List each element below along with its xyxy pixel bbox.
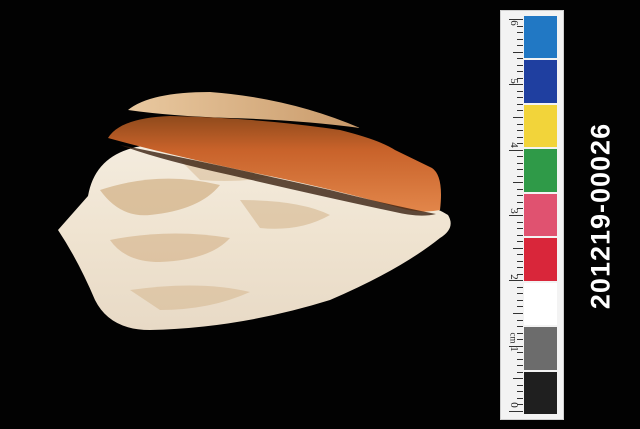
color-swatch <box>524 16 557 59</box>
ruler-tick <box>509 345 523 347</box>
ruler-tick <box>517 332 523 334</box>
color-swatch <box>524 193 557 237</box>
ruler-tick <box>517 397 523 399</box>
ruler-tick <box>513 51 523 53</box>
ruler-tick <box>517 45 523 47</box>
ruler-tick <box>517 143 523 145</box>
ruler-tick <box>517 123 523 125</box>
ruler-tick <box>517 97 523 99</box>
ruler-tick <box>513 247 523 249</box>
ruler-tick <box>517 391 523 393</box>
ruler-tick <box>509 215 523 216</box>
ruler-tick <box>509 84 523 86</box>
ruler-unit-label: cm <box>508 332 519 344</box>
ruler-tick <box>517 156 523 158</box>
ruler-tick <box>509 19 523 20</box>
ruler-tick <box>513 182 523 184</box>
ruler-tick <box>517 293 523 295</box>
cm-ruler: 0 1 2 3 4 5 6 cm <box>505 15 523 415</box>
color-swatches <box>524 15 557 415</box>
ruler-tick <box>517 228 523 230</box>
ruler-tick <box>517 136 523 138</box>
ruler-tick <box>517 77 523 79</box>
ruler-tick <box>517 254 523 256</box>
ruler-number-1: 1 <box>507 346 520 352</box>
ruler-tick <box>517 306 523 308</box>
ruler-tick <box>517 326 523 328</box>
color-swatch <box>524 104 557 148</box>
ruler-tick <box>517 365 523 367</box>
ruler-tick <box>517 260 523 262</box>
ruler-tick <box>517 299 523 301</box>
ruler-tick <box>517 162 523 164</box>
color-swatch <box>524 282 557 326</box>
ruler-tick <box>517 371 523 373</box>
ruler-tick <box>517 25 523 27</box>
color-swatch <box>524 60 557 103</box>
ruler-tick <box>509 280 523 282</box>
photo-stage: 0 1 2 3 4 5 6 cm 201219-00026 <box>0 0 640 429</box>
ruler-tick <box>513 313 523 314</box>
ruler-tick <box>517 169 523 171</box>
ruler-tick <box>517 103 523 105</box>
ruler-tick <box>513 117 523 118</box>
ruler-tick <box>517 110 523 112</box>
color-swatch <box>524 371 557 414</box>
ruler-tick <box>517 188 523 190</box>
ruler-tick <box>517 352 523 354</box>
ruler-tick <box>509 411 523 412</box>
ruler-tick <box>517 38 523 40</box>
ruler-tick <box>517 58 523 60</box>
ruler-tick <box>517 339 523 341</box>
ruler-tick <box>517 221 523 223</box>
catalog-number-label: 201219-00026 <box>585 122 616 310</box>
ruler-tick <box>517 201 523 203</box>
color-swatch <box>524 149 557 192</box>
ruler-tick <box>517 195 523 197</box>
ruler-tick <box>517 64 523 66</box>
ruler-tick <box>517 175 523 177</box>
ruler-tick <box>517 234 523 236</box>
color-swatch <box>524 238 557 281</box>
ruler-number-5: 5 <box>507 78 520 84</box>
ruler-tick <box>517 319 523 321</box>
ruler-tick <box>509 149 523 151</box>
ruler-tick <box>517 32 523 34</box>
ruler-tick <box>517 130 523 132</box>
ruler-tick <box>517 241 523 243</box>
ruler-tick <box>517 273 523 275</box>
ruler-tick <box>517 286 523 288</box>
ruler-tick <box>517 267 523 269</box>
ruler-tick <box>517 358 523 360</box>
color-swatch <box>524 327 557 370</box>
ruler-tick <box>517 71 523 73</box>
ruler-number-2: 2 <box>507 274 520 280</box>
ruler-tick <box>517 384 523 386</box>
ruler-tick <box>517 208 523 210</box>
ruler-tick <box>517 90 523 92</box>
ruler-tick <box>517 404 523 406</box>
color-scale-ruler: 0 1 2 3 4 5 6 cm <box>500 10 564 420</box>
ruler-tick <box>513 378 523 380</box>
